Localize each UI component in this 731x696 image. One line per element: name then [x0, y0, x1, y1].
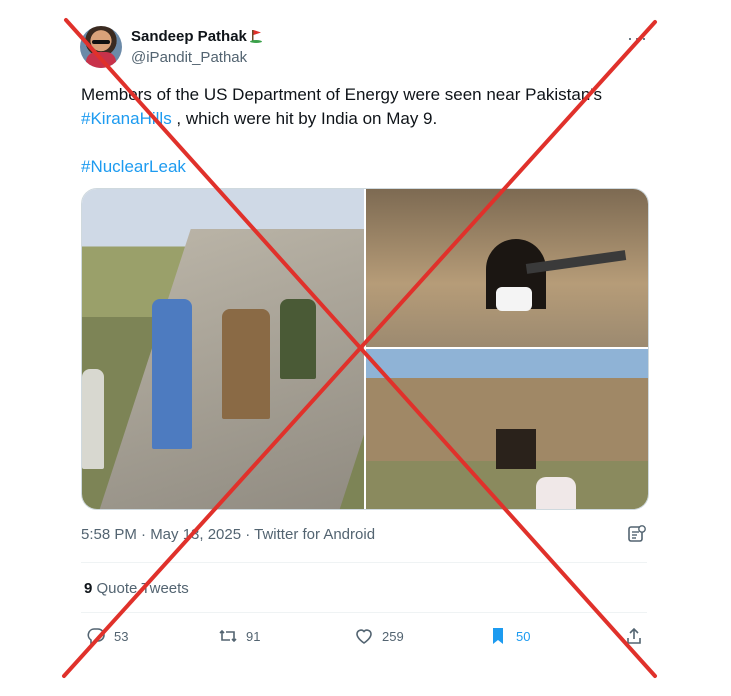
quote-tweets-link[interactable]: 9 Quote Tweets: [84, 580, 189, 597]
tweet-text-line-2: #KiranaHills , which were hit by India o…: [81, 107, 661, 131]
avatar-glasses: [92, 40, 110, 44]
photo-cave-hillside[interactable]: [366, 349, 648, 509]
person-brown-shirt: [222, 309, 270, 419]
quote-tweets-count: 9: [84, 580, 93, 597]
tweet-text: Members of the US Department of Energy w…: [81, 83, 661, 179]
more-options-icon[interactable]: ···: [627, 28, 648, 49]
retweet-count: 91: [246, 628, 261, 644]
analytics-icon[interactable]: [627, 524, 647, 544]
media-grid: [81, 188, 649, 510]
share-icon: [627, 627, 641, 644]
tweet-timestamp[interactable]: 5:58 PM · May 13, 2025 · Twitter for And…: [81, 526, 375, 543]
quote-tweets-label: Quote Tweets: [96, 580, 189, 597]
bookmark-count: 50: [516, 628, 531, 644]
hazmat-figure: [536, 477, 576, 509]
divider-top: [81, 562, 647, 563]
person-edge: [82, 369, 104, 469]
divider-bottom: [81, 612, 647, 613]
person-blue-shirt: [152, 299, 192, 449]
share-button[interactable]: [624, 626, 644, 646]
retweet-icon: [219, 629, 237, 643]
hashtag-nuclearleak[interactable]: #NuclearLeak: [81, 155, 661, 179]
tweet-text-suffix: , which were hit by India on May 9.: [171, 109, 438, 128]
reply-button[interactable]: 53: [86, 626, 128, 646]
bookmark-button[interactable]: 50: [488, 626, 530, 646]
avatar[interactable]: [80, 26, 122, 68]
cave-entrance: [496, 429, 536, 469]
hashtag-kiranahills[interactable]: #KiranaHills: [81, 109, 172, 128]
reply-icon: [87, 628, 105, 646]
photo-bunker-people[interactable]: [82, 189, 364, 509]
bookmark-icon: [493, 628, 503, 644]
person-camo: [280, 299, 316, 379]
golf-flag-icon: [249, 30, 262, 43]
avatar-shirt: [86, 52, 116, 68]
tweet-text-line-1: Members of the US Department of Energy w…: [81, 85, 603, 104]
user-handle[interactable]: @iPandit_Pathak: [131, 49, 247, 66]
tweet-text-spacer: [81, 131, 661, 155]
hazmat-workers: [496, 287, 532, 311]
display-name-text: Sandeep Pathak: [131, 28, 247, 45]
tweet-card: Sandeep Pathak @iPandit_Pathak ··· Membe…: [0, 0, 731, 696]
reply-count: 53: [114, 628, 129, 644]
photo-tunnel-entrance[interactable]: [366, 189, 648, 347]
display-name[interactable]: Sandeep Pathak: [131, 28, 263, 45]
like-count: 259: [382, 628, 404, 644]
like-button[interactable]: 259: [354, 626, 404, 646]
heart-icon: [356, 629, 372, 644]
retweet-button[interactable]: 91: [218, 626, 260, 646]
